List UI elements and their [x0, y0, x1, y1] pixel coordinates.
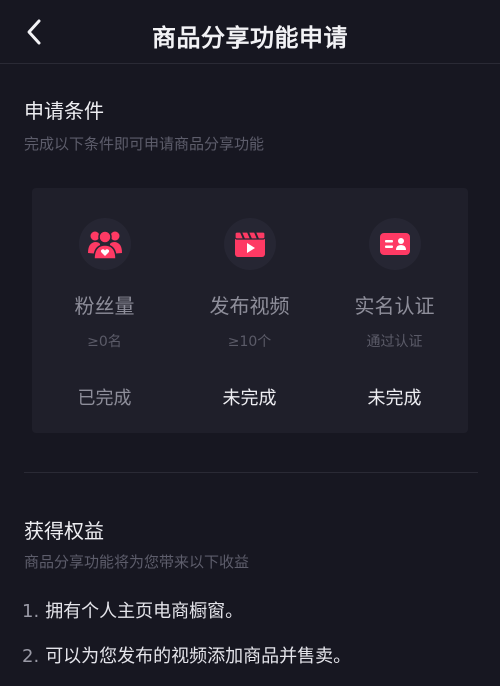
- video-icon: [223, 218, 276, 270]
- condition-status: 已完成: [77, 388, 132, 409]
- benefit-number: 2.: [22, 646, 40, 667]
- condition-video: 发布视频 ≥10个 未完成: [177, 188, 322, 433]
- condition-requirement: ≥0名: [87, 334, 122, 350]
- section-divider: [24, 472, 478, 473]
- conditions-title: 申请条件: [24, 99, 104, 123]
- condition-real-name: 实名认证 通过认证 未完成: [322, 188, 467, 433]
- condition-requirement: ≥10个: [227, 334, 272, 350]
- benefit-item: 1. 拥有个人主页电商橱窗。: [22, 597, 243, 623]
- page-title: 商品分享功能申请: [152, 24, 348, 52]
- condition-fans: 粉丝量 ≥0名 已完成: [32, 188, 177, 433]
- condition-requirement: 通过认证: [366, 334, 423, 350]
- condition-label: 粉丝量: [74, 294, 135, 318]
- benefits-title: 获得权益: [24, 519, 104, 543]
- benefit-number: 1.: [22, 601, 40, 622]
- benefit-text: 拥有个人主页电商橱窗。: [45, 601, 244, 622]
- condition-label: 实名认证: [354, 294, 435, 318]
- conditions-subtitle: 完成以下条件即可申请商品分享功能: [24, 135, 265, 153]
- benefit-item: 2. 可以为您发布的视频添加商品并售卖。: [22, 642, 351, 668]
- fans-icon: [78, 218, 131, 270]
- id-card-icon: [368, 218, 421, 270]
- benefits-subtitle: 商品分享功能将为您带来以下收益: [24, 553, 250, 571]
- conditions-card: 粉丝量 ≥0名 已完成 发布视频 ≥10个 未完成 实名认证 通过认证 未完成: [32, 188, 468, 433]
- condition-label: 发布视频: [209, 294, 290, 318]
- condition-status: 未完成: [222, 388, 277, 409]
- top-nav-bar: 商品分享功能申请: [0, 0, 500, 64]
- condition-status: 未完成: [367, 388, 422, 409]
- benefit-text: 可以为您发布的视频添加商品并售卖。: [45, 646, 352, 667]
